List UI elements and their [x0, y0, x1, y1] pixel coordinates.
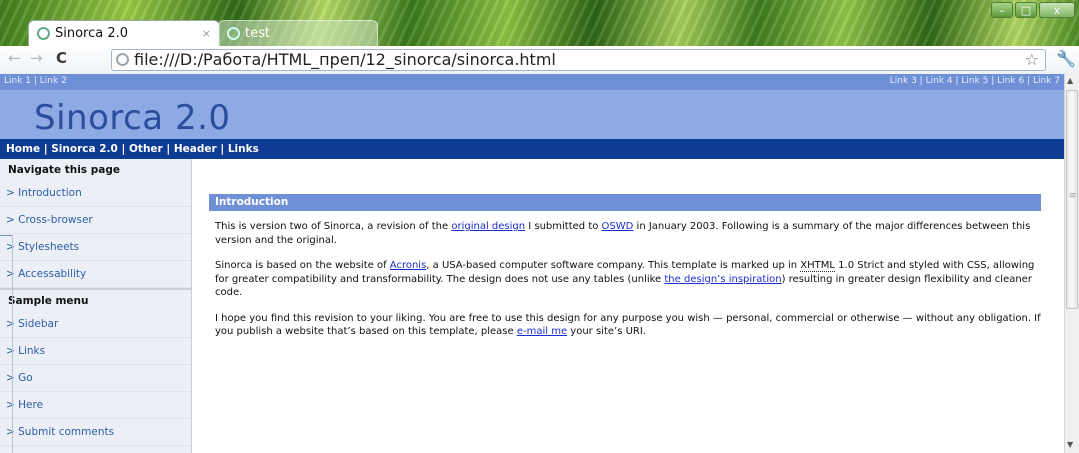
left-edge-line — [0, 235, 12, 236]
link-5[interactable]: Link 5 — [961, 76, 988, 86]
sidebar-item-links[interactable]: > Links — [0, 338, 191, 365]
original-design-link[interactable]: original design — [451, 221, 525, 232]
nav-links[interactable]: Links — [228, 143, 259, 155]
link-3[interactable]: Link 3 — [890, 76, 917, 86]
sidebar-item-cross-browser[interactable]: > Cross-browser — [0, 207, 191, 234]
oswd-link[interactable]: OSWD — [602, 221, 634, 232]
text: , a USA-based computer software company.… — [426, 260, 801, 271]
close-window-button[interactable]: x — [1039, 2, 1075, 18]
forward-arrow-icon[interactable]: → — [30, 49, 43, 67]
paragraph-1: This is version two of Sinorca, a revisi… — [215, 220, 1041, 247]
paragraph-2: Sinorca is based on the website of Acron… — [215, 259, 1041, 300]
bookmark-star-icon[interactable]: ☆ — [1025, 50, 1039, 70]
text: I submitted to — [525, 221, 602, 232]
link-4[interactable]: Link 4 — [926, 76, 953, 86]
minimize-button[interactable]: – — [991, 2, 1013, 18]
close-tab-icon[interactable]: × — [202, 21, 211, 47]
address-bar[interactable]: file:///D:/Работа/HTML_преп/12_sinorca/s… — [111, 49, 1046, 71]
page-info-icon[interactable] — [116, 53, 129, 66]
nav-home[interactable]: Home — [6, 143, 40, 155]
page-favicon-icon — [37, 27, 50, 40]
back-arrow-icon[interactable]: ← — [8, 49, 21, 67]
link-1[interactable]: Link 1 — [4, 76, 31, 86]
maximize-button[interactable]: □ — [1015, 2, 1037, 18]
sidebar-heading-sample-menu: Sample menu — [0, 288, 191, 311]
vertical-scrollbar[interactable]: ▲ ≡ ▼ — [1064, 74, 1079, 453]
page-favicon-icon — [227, 27, 240, 40]
sidebar-item-go[interactable]: > Go — [0, 365, 191, 392]
text: Sinorca is based on the website of — [215, 260, 390, 271]
link-7[interactable]: Link 7 — [1033, 76, 1060, 86]
sidebar-item-accessability[interactable]: > Accessability — [0, 261, 191, 288]
tab-label: Sinorca 2.0 — [55, 26, 129, 41]
tab-label: test — [245, 26, 270, 41]
text: This is version two of Sinorca, a revisi… — [215, 221, 452, 232]
address-text[interactable]: file:///D:/Работа/HTML_преп/12_sinorca/s… — [134, 50, 556, 70]
section-heading: Introduction — [209, 194, 1041, 211]
scrollbar-thumb[interactable]: ≡ — [1066, 90, 1078, 309]
left-edge-line-vertical — [12, 235, 13, 453]
browser-titlebar: Sinorca 2.0 × test – □ x — [0, 0, 1079, 46]
page-viewport: Link 1 | Link 2 Link 3 | Link 4 | Link 5… — [0, 74, 1064, 453]
nav-header[interactable]: Header — [174, 143, 217, 155]
scrollbar-grip-icon: ≡ — [1069, 191, 1077, 201]
xhtml-abbr: XHTML — [800, 260, 835, 272]
main-content: Introduction This is version two of Sino… — [209, 194, 1041, 339]
text: your site’s URI. — [567, 326, 646, 337]
main-nav: Home | Sinorca 2.0 | Other | Header | Li… — [0, 139, 1064, 159]
paragraph-3: I hope you find this revision to your li… — [215, 312, 1041, 339]
site-header: Sinorca 2.0 — [0, 90, 1064, 139]
link-2[interactable]: Link 2 — [40, 76, 67, 86]
top-links-right: Link 3 | Link 4 | Link 5 | Link 6 | Link… — [889, 76, 1060, 86]
sidebar: Navigate this page > Introduction > Cros… — [0, 159, 192, 453]
reload-icon[interactable]: C — [56, 49, 67, 67]
sidebar-item-submit-comments[interactable]: > Submit comments — [0, 419, 191, 446]
wrench-menu-icon[interactable]: 🔧 — [1056, 49, 1076, 68]
scroll-down-arrow-icon[interactable]: ▼ — [1067, 440, 1073, 449]
sidebar-item-here[interactable]: > Here — [0, 392, 191, 419]
nav-sinorca[interactable]: Sinorca 2.0 — [51, 143, 118, 155]
window-controls: – □ x — [989, 2, 1075, 18]
tab-test[interactable]: test — [218, 20, 378, 46]
top-links-left: Link 1 | Link 2 — [4, 76, 67, 86]
sidebar-item-introduction[interactable]: > Introduction — [0, 180, 191, 207]
design-inspiration-link[interactable]: the design’s inspiration — [664, 274, 781, 285]
tab-sinorca[interactable]: Sinorca 2.0 × — [28, 20, 220, 46]
sidebar-item-stylesheets[interactable]: > Stylesheets — [0, 234, 191, 261]
email-link[interactable]: e-mail me — [517, 326, 567, 337]
nav-other[interactable]: Other — [129, 143, 163, 155]
site-title: Sinorca 2.0 — [34, 98, 231, 138]
top-links-bar: Link 1 | Link 2 Link 3 | Link 4 | Link 5… — [0, 74, 1064, 90]
scroll-up-arrow-icon[interactable]: ▲ — [1067, 76, 1073, 85]
sidebar-heading-navigate: Navigate this page — [8, 164, 120, 176]
acronis-link[interactable]: Acronis — [390, 260, 427, 271]
browser-toolbar: ← → C file:///D:/Работа/HTML_преп/12_sin… — [0, 46, 1079, 75]
link-6[interactable]: Link 6 — [997, 76, 1024, 86]
sidebar-item-sidebar[interactable]: > Sidebar — [0, 311, 191, 338]
